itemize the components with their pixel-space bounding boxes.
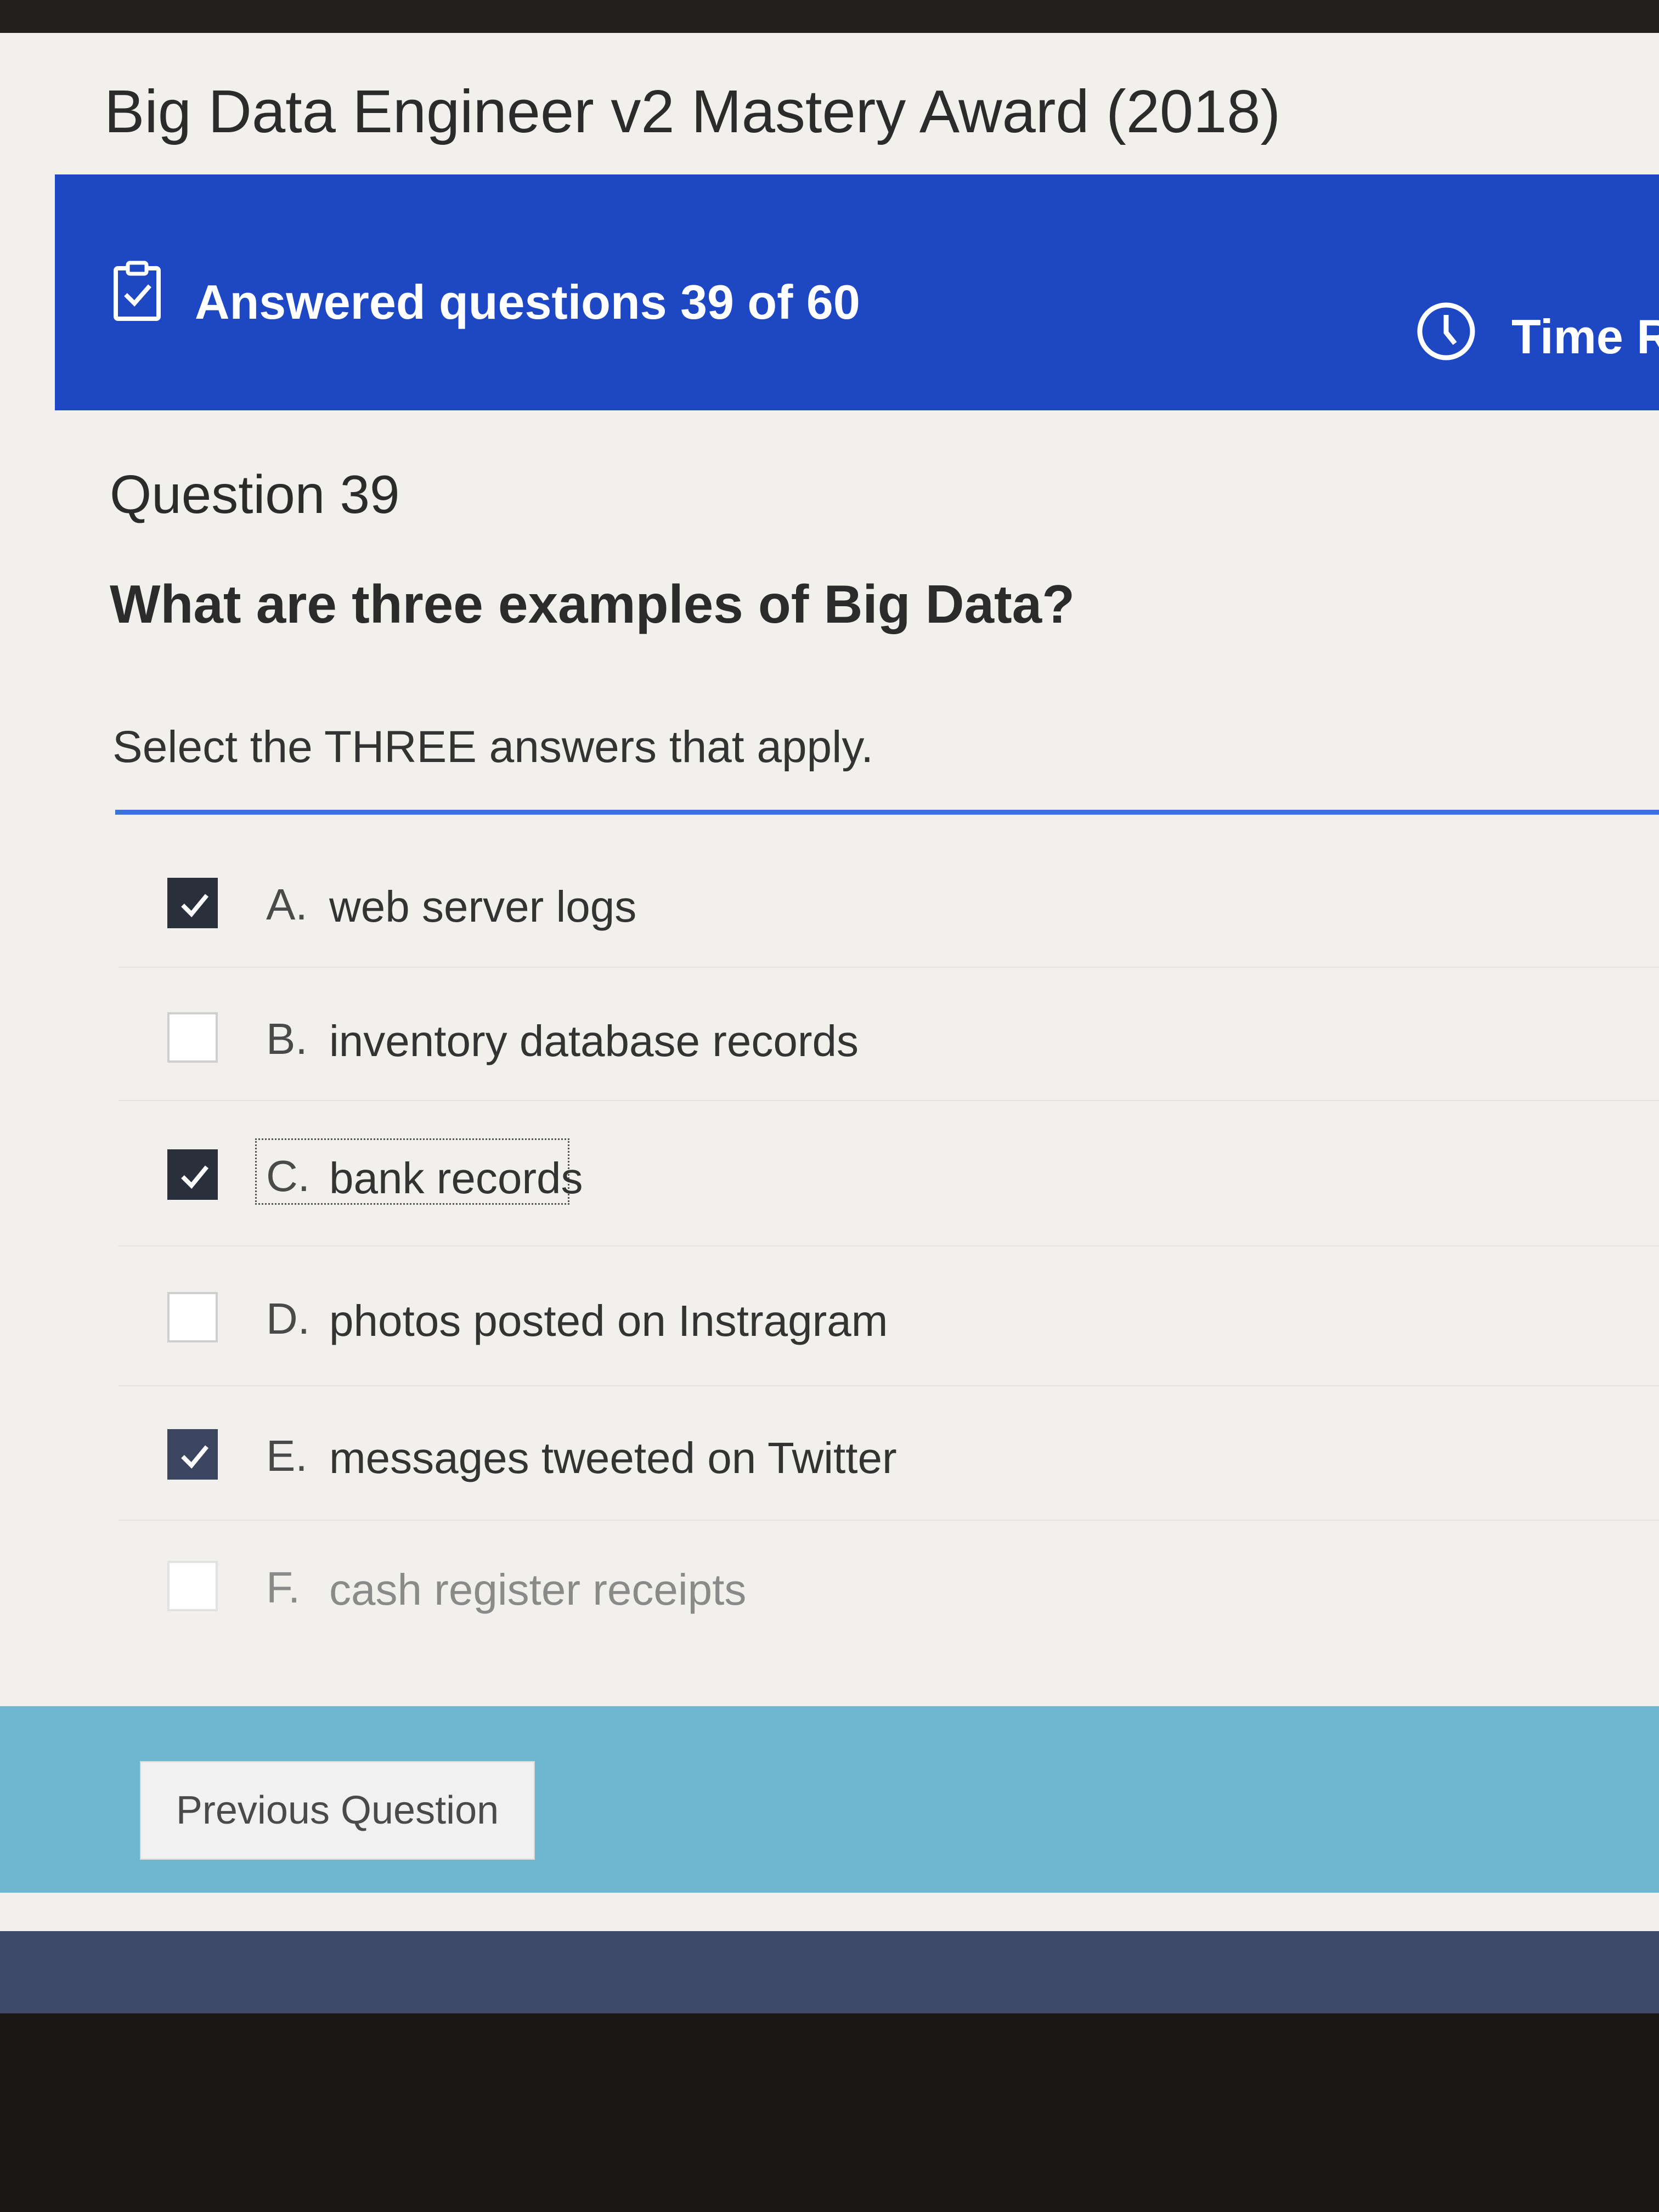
option-divider	[118, 1100, 1659, 1101]
clipboard-check-icon	[114, 261, 161, 321]
question-text: What are three examples of Big Data?	[110, 574, 1075, 634]
instruction-divider	[115, 810, 1659, 815]
answer-option-c[interactable]: C. bank records	[167, 1136, 1659, 1223]
option-label: bank records	[329, 1154, 583, 1203]
time-remaining-label: Time R	[1511, 309, 1659, 364]
checkbox-c[interactable]	[167, 1149, 218, 1200]
previous-question-button[interactable]: Previous Question	[140, 1761, 535, 1860]
answer-option-e[interactable]: E. messages tweeted on Twitter	[167, 1415, 1659, 1503]
option-divider	[118, 1385, 1659, 1386]
checkmark-icon	[181, 1445, 209, 1469]
question-number: Question 39	[110, 464, 400, 524]
checkbox-b[interactable]	[167, 1012, 218, 1063]
answer-option-f[interactable]: F. cash register receipts	[167, 1547, 1659, 1635]
option-divider	[118, 967, 1659, 968]
option-label: photos posted on Instragram	[329, 1296, 888, 1345]
question-instruction: Select the THREE answers that apply.	[112, 722, 874, 772]
option-letter: B.	[266, 1014, 308, 1063]
option-letter: F.	[266, 1563, 301, 1612]
checkmark-icon	[181, 894, 209, 917]
option-letter: C.	[266, 1152, 310, 1200]
option-letter: E.	[266, 1431, 308, 1480]
option-letter: D.	[266, 1294, 310, 1343]
option-letter: A.	[266, 880, 308, 929]
clock-icon	[1417, 302, 1475, 360]
option-divider	[118, 1245, 1659, 1246]
checkbox-e[interactable]	[167, 1429, 218, 1480]
checkbox-d[interactable]	[167, 1292, 218, 1342]
option-label: web server logs	[329, 882, 637, 931]
checkbox-a[interactable]	[167, 878, 218, 928]
checkbox-f[interactable]	[167, 1561, 218, 1611]
option-label: inventory database records	[329, 1017, 859, 1065]
option-divider	[118, 1520, 1659, 1521]
exam-title: Big Data Engineer v2 Mastery Award (2018…	[104, 78, 1281, 145]
screen-bottom-edge	[0, 1931, 1659, 2013]
option-label: messages tweeted on Twitter	[329, 1434, 897, 1482]
answer-option-d[interactable]: D. photos posted on Instragram	[167, 1278, 1659, 1366]
answered-questions-status: Answered questions 39 of 60	[195, 275, 860, 329]
answer-option-b[interactable]: B. inventory database records	[167, 998, 1659, 1086]
option-label: cash register receipts	[329, 1565, 747, 1614]
answer-option-a[interactable]: A. web server logs	[167, 864, 1659, 952]
checkmark-icon	[181, 1165, 209, 1189]
